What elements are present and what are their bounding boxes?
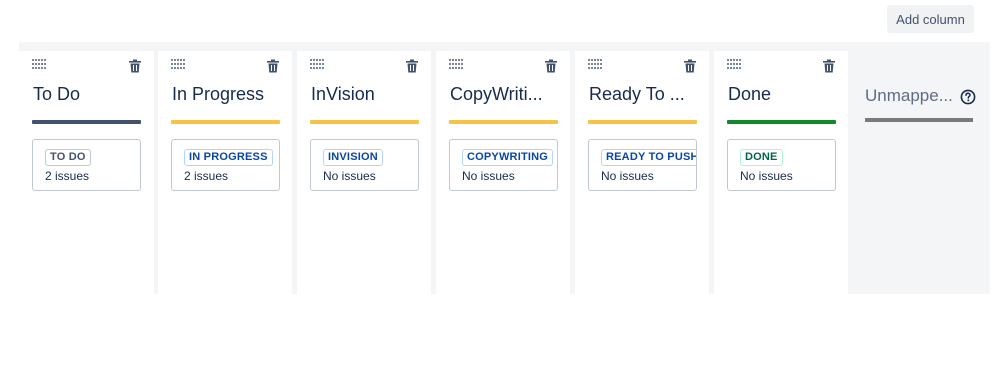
status-lozenge: COPYWRITING bbox=[462, 149, 554, 166]
column-status-bar bbox=[310, 120, 419, 124]
column-in-progress[interactable]: In Progress IN PROGRESS 2 issues bbox=[158, 51, 292, 294]
status-card[interactable]: DONE No issues bbox=[727, 139, 836, 191]
column-title[interactable]: CopyWriti... bbox=[450, 84, 543, 105]
status-card[interactable]: TO DO 2 issues bbox=[32, 139, 141, 191]
trash-icon[interactable] bbox=[266, 59, 280, 73]
issue-count: No issues bbox=[323, 169, 376, 183]
column-copywriting[interactable]: CopyWriti... COPYWRITING No issues bbox=[436, 51, 570, 294]
column-title[interactable]: To Do bbox=[33, 84, 80, 105]
drag-handle-icon[interactable] bbox=[588, 59, 604, 71]
column-status-bar bbox=[588, 120, 697, 124]
trash-icon[interactable] bbox=[544, 59, 558, 73]
trash-icon[interactable] bbox=[405, 59, 419, 73]
status-card[interactable]: COPYWRITING No issues bbox=[449, 139, 558, 191]
board-columns: To Do TO DO 2 issues In Progress IN PROG… bbox=[19, 42, 990, 294]
add-column-button[interactable]: Add column bbox=[887, 5, 974, 33]
drag-handle-icon[interactable] bbox=[32, 59, 48, 71]
column-invision[interactable]: InVision INVISION No issues bbox=[297, 51, 431, 294]
status-lozenge: IN PROGRESS bbox=[184, 149, 273, 166]
issue-count: 2 issues bbox=[184, 169, 229, 183]
status-card[interactable]: INVISION No issues bbox=[310, 139, 419, 191]
column-ready-to-push[interactable]: Ready To ... READY TO PUSH No issues bbox=[575, 51, 709, 294]
column-status-bar bbox=[171, 120, 280, 124]
column-title[interactable]: Ready To ... bbox=[589, 84, 685, 105]
drag-handle-icon[interactable] bbox=[727, 59, 743, 71]
column-status-bar bbox=[865, 118, 973, 122]
trash-icon[interactable] bbox=[822, 59, 836, 73]
help-circle-icon[interactable] bbox=[960, 89, 976, 105]
status-lozenge: INVISION bbox=[323, 149, 383, 166]
issue-count: No issues bbox=[740, 169, 793, 183]
column-status-bar bbox=[32, 120, 141, 124]
drag-handle-icon[interactable] bbox=[310, 59, 326, 71]
status-lozenge: TO DO bbox=[45, 149, 91, 166]
issue-count: No issues bbox=[462, 169, 515, 183]
column-title[interactable]: In Progress bbox=[172, 84, 264, 105]
drag-handle-icon[interactable] bbox=[171, 59, 187, 71]
column-done[interactable]: Done DONE No issues bbox=[714, 51, 848, 294]
column-status-bar bbox=[449, 120, 558, 124]
issue-count: 2 issues bbox=[45, 169, 90, 183]
trash-icon[interactable] bbox=[128, 59, 142, 73]
column-to-do[interactable]: To Do TO DO 2 issues bbox=[19, 51, 154, 294]
column-title[interactable]: Done bbox=[728, 84, 771, 105]
status-card[interactable]: IN PROGRESS 2 issues bbox=[171, 139, 280, 191]
column-title[interactable]: InVision bbox=[311, 84, 375, 105]
status-card[interactable]: READY TO PUSH No issues bbox=[588, 139, 697, 191]
column-unmapped[interactable]: Unmappe... bbox=[848, 42, 990, 294]
trash-icon[interactable] bbox=[683, 59, 697, 73]
column-status-bar bbox=[727, 120, 836, 124]
status-lozenge: DONE bbox=[740, 149, 783, 166]
column-title: Unmappe... bbox=[865, 86, 953, 105]
status-lozenge: READY TO PUSH bbox=[601, 149, 696, 166]
issue-count: No issues bbox=[601, 169, 654, 183]
drag-handle-icon[interactable] bbox=[449, 59, 465, 71]
